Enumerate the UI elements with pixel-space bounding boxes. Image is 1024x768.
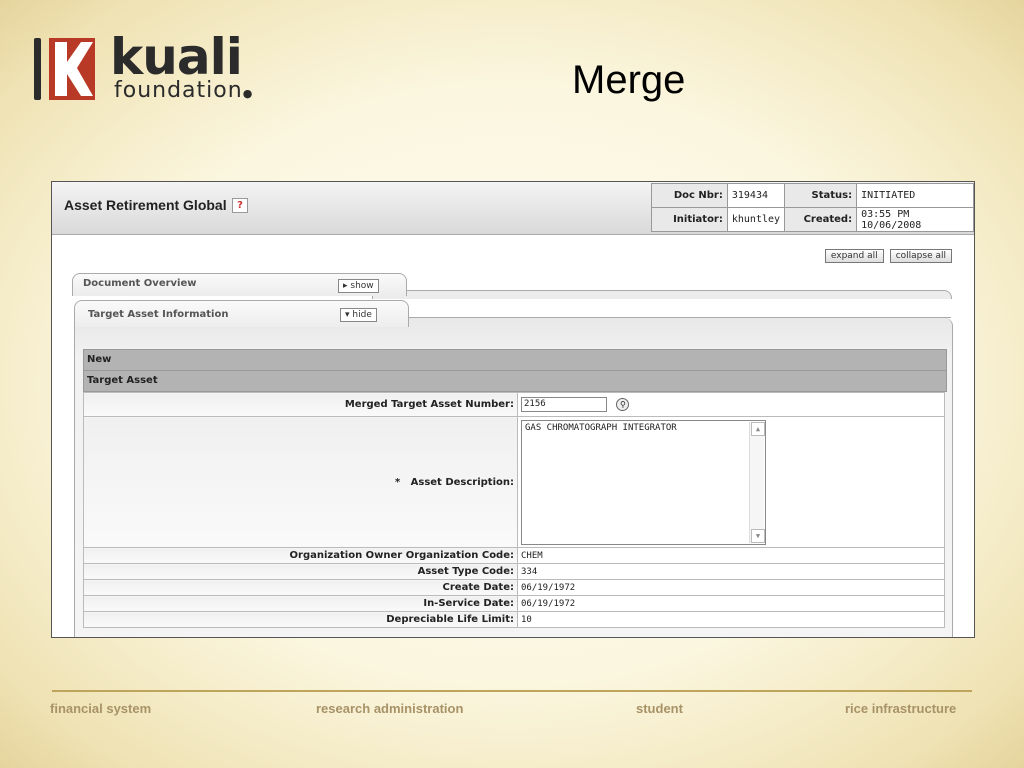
tab-strip-border xyxy=(404,317,951,319)
triangle-down-icon: ▾ xyxy=(345,310,350,320)
create-date-value: 06/19/1972 xyxy=(517,579,945,596)
created-label: Created: xyxy=(784,207,858,232)
document-header: Asset Retirement Global ? Doc Nbr: 31943… xyxy=(52,182,974,235)
collapse-all-button[interactable]: collapse all xyxy=(889,249,952,263)
in-service-date-label: In-Service Date: xyxy=(83,595,518,612)
merged-target-asset-number-label: Merged Target Asset Number: xyxy=(83,392,518,417)
tab-document-overview[interactable]: Document Overview ▸ show xyxy=(72,273,407,296)
created-value: 03:55 PM 10/06/2008 xyxy=(856,207,974,232)
asset-type-code-value: 334 xyxy=(517,563,945,580)
section-header-new: New xyxy=(83,349,947,371)
doc-nbr-label: Doc Nbr: xyxy=(651,183,728,208)
asset-description-textarea[interactable]: GAS CHROMATOGRAPH INTEGRATOR ▲ ▼ xyxy=(521,419,766,545)
document-header-info: Doc Nbr: 319434 Status: INITIATED Initia… xyxy=(651,183,974,232)
org-owner-org-code-label: Organization Owner Organization Code: xyxy=(83,547,518,564)
tab-strip-border xyxy=(372,290,952,299)
hide-button[interactable]: ▾ hide xyxy=(340,308,377,322)
question-icon[interactable]: ? xyxy=(232,198,248,213)
footer-rice-infrastructure: rice infrastructure xyxy=(845,701,957,716)
initiator-value[interactable]: khuntley xyxy=(726,207,786,232)
show-button[interactable]: ▸ show xyxy=(338,279,379,293)
lookup-icon[interactable]: ⚲ xyxy=(616,398,630,411)
form-row: In-Service Date: 06/19/1972 xyxy=(83,595,945,612)
expand-all-button[interactable]: expand all xyxy=(824,249,884,263)
form-row: Asset Type Code: 334 xyxy=(83,563,945,580)
document-title: Asset Retirement Global xyxy=(64,197,227,213)
footer-research-administration: research administration xyxy=(316,701,464,716)
doc-nbr-value: 319434 xyxy=(726,183,786,208)
form-row: Merged Target Asset Number: 2156 ⚲ xyxy=(83,392,945,417)
merged-target-asset-number-input[interactable]: 2156 xyxy=(521,397,607,412)
tab-target-asset-information[interactable]: Target Asset Information ▾ hide xyxy=(74,300,409,327)
form-row: * Asset Description: GAS CHROMATOGRAPH I… xyxy=(83,416,945,548)
logo-bracket xyxy=(34,38,41,100)
status-value: INITIATED xyxy=(856,183,974,208)
form-row: Create Date: 06/19/1972 xyxy=(83,579,945,596)
scroll-up-icon[interactable]: ▲ xyxy=(751,421,765,436)
asset-type-code-label: Asset Type Code: xyxy=(83,563,518,580)
initiator-label: Initiator: xyxy=(651,207,728,232)
depreciable-life-limit-label: Depreciable Life Limit: xyxy=(83,611,518,628)
kfs-document-window: Asset Retirement Global ? Doc Nbr: 31943… xyxy=(51,181,975,638)
expand-collapse-controls: expand all collapse all xyxy=(824,243,952,263)
in-service-date-value: 06/19/1972 xyxy=(517,595,945,612)
create-date-label: Create Date: xyxy=(83,579,518,596)
target-asset-form: Merged Target Asset Number: 2156 ⚲ * Ass… xyxy=(83,392,945,628)
scroll-down-icon[interactable]: ▼ xyxy=(751,528,765,543)
tab-document-overview-label: Document Overview xyxy=(83,278,197,289)
footer-financial-system: financial system xyxy=(50,701,152,716)
form-row: Organization Owner Organization Code: CH… xyxy=(83,547,945,564)
logo-subtitle: foundation● xyxy=(114,78,254,103)
slide-title: Merge xyxy=(572,58,686,102)
form-row: Depreciable Life Limit: 10 xyxy=(83,611,945,628)
required-marker: * xyxy=(394,476,401,488)
kuali-logo: kuali foundation● xyxy=(34,28,294,104)
org-owner-org-code-value: CHEM xyxy=(517,547,945,564)
depreciable-life-limit-value: 10 xyxy=(517,611,945,628)
tab-target-asset-information-label: Target Asset Information xyxy=(88,309,229,320)
footer-divider xyxy=(52,690,972,692)
asset-description-label: * Asset Description: xyxy=(83,416,518,548)
status-label: Status: xyxy=(784,183,858,208)
triangle-right-icon: ▸ xyxy=(343,281,348,291)
textarea-scrollbar[interactable]: ▲ ▼ xyxy=(749,421,765,543)
logo-k-mark xyxy=(49,38,95,100)
section-header-target-asset: Target Asset xyxy=(83,370,947,392)
footer-student: student xyxy=(636,701,683,716)
